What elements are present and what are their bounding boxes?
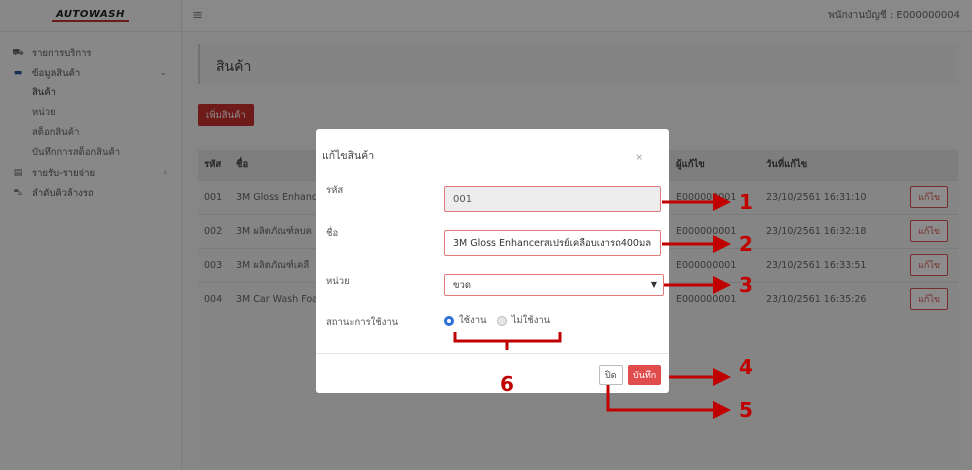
annotation-label-6: 6: [500, 372, 514, 396]
edit-product-modal: แก้ไขสินค้า × รหัส 001 ชื่อ 3M Gloss Enh…: [316, 129, 669, 393]
code-label: รหัส: [326, 185, 344, 196]
close-icon[interactable]: ×: [635, 153, 643, 163]
radio-checked-icon[interactable]: [444, 315, 454, 326]
annotation-label-3: 3: [739, 273, 753, 297]
code-field[interactable]: 001: [444, 186, 661, 212]
unit-select-value: ขวด: [453, 279, 471, 291]
unit-select[interactable]: ขวด ▼: [444, 274, 664, 296]
status-active-option[interactable]: ใช้งาน: [444, 313, 487, 328]
annotation-label-4: 4: [739, 355, 753, 379]
status-radio-group: ใช้งาน ไม่ใช้งาน: [444, 313, 560, 328]
name-field[interactable]: 3M Gloss Enhancerสเปรย์เคลือบเงารถ400มล: [444, 230, 661, 256]
unit-label: หน่วย: [326, 276, 350, 287]
annotation-label-1: 1: [739, 190, 753, 214]
status-label: สถานะการใช้งาน: [326, 317, 399, 328]
caret-down-icon: ▼: [650, 280, 657, 289]
status-active-label: ใช้งาน: [459, 315, 487, 326]
radio-unchecked-icon[interactable]: [496, 315, 507, 326]
annotation-label-5: 5: [739, 398, 753, 422]
modal-title: แก้ไขสินค้า: [322, 150, 375, 162]
name-label: ชื่อ: [326, 228, 339, 239]
annotation-label-2: 2: [739, 232, 753, 256]
save-button[interactable]: บันทึก: [628, 365, 662, 385]
close-button[interactable]: ปิด: [599, 365, 623, 385]
status-inactive-label: ไม่ใช้งาน: [511, 315, 551, 326]
status-inactive-option[interactable]: ไม่ใช้งาน: [496, 313, 551, 328]
